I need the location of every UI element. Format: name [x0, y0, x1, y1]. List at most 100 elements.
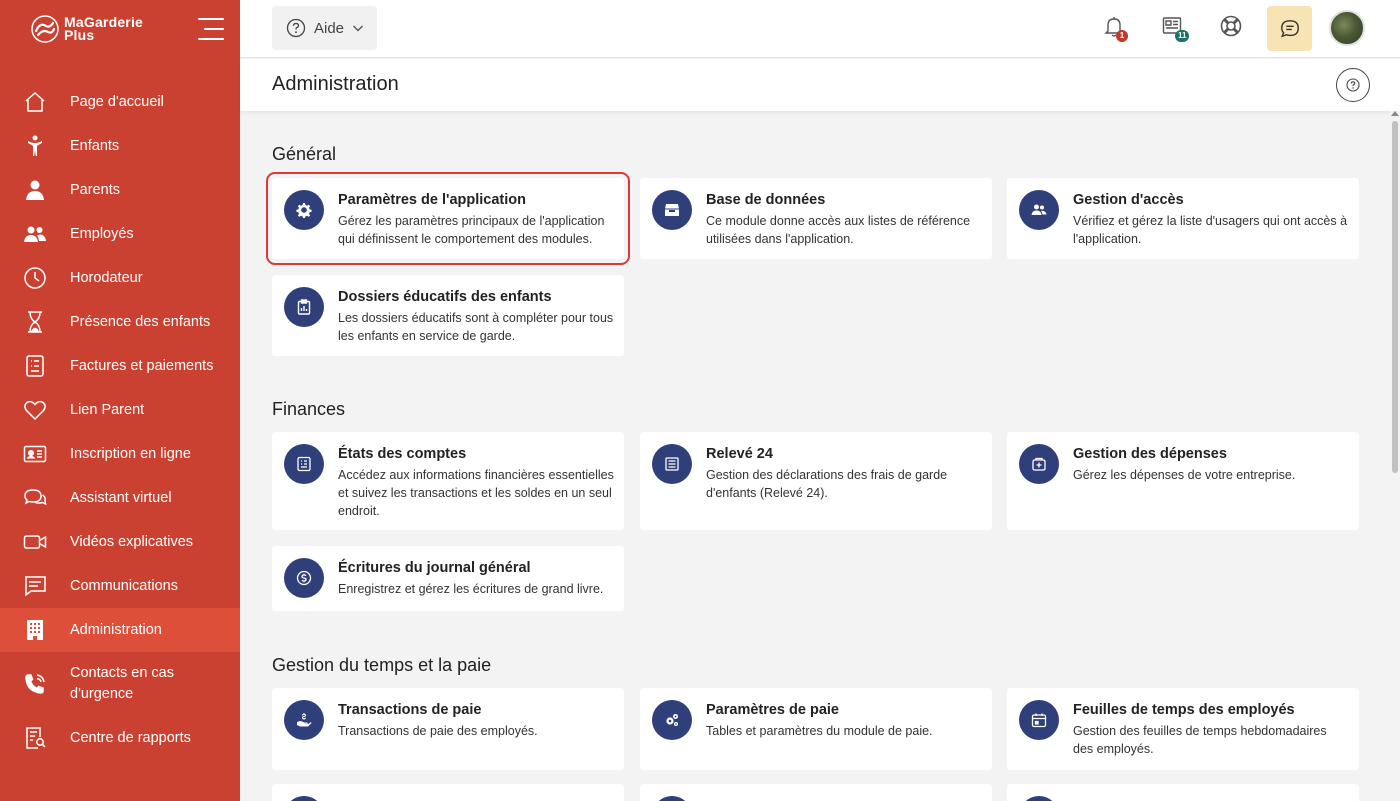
sidebar-item-administration[interactable]: Administration — [0, 608, 240, 652]
sidebar-item-home[interactable]: Page d'accueil — [0, 80, 240, 124]
card-payroll-transactions[interactable]: Transactions de paie Transactions de pai… — [272, 688, 624, 770]
scroll-up-arrow[interactable] — [1391, 111, 1399, 116]
building-icon — [22, 617, 48, 643]
sidebar-item-label: Factures et paiements — [70, 357, 214, 374]
news-button[interactable]: 11 — [1161, 14, 1190, 42]
sidebar-item-label: Contacts en cas d'urgence — [70, 665, 174, 702]
page-help-button[interactable] — [1336, 68, 1370, 102]
logo[interactable]: MaGarderie Plus — [30, 14, 143, 44]
menu-toggle-icon[interactable] — [196, 18, 224, 40]
chevron-down-icon — [353, 25, 364, 32]
card-database[interactable]: Base de données Ce module donne accès au… — [640, 178, 992, 259]
chat-bubbles-icon — [22, 485, 48, 511]
top-bar: Aide 1 11 — [240, 0, 1400, 58]
sidebar-item-label: Enfants — [70, 137, 120, 154]
card-title: Paramètres de paie — [706, 702, 839, 718]
card-partial[interactable] — [272, 784, 624, 801]
sidebar-item-label: Administration — [70, 621, 162, 638]
sidebar-item-employees[interactable]: Employés — [0, 212, 240, 256]
sidebar-item-emergency-contacts[interactable]: Contacts en cas d'urgence — [0, 652, 240, 716]
card-partial[interactable] — [1007, 784, 1359, 801]
chat-icon — [1280, 19, 1299, 38]
card-educational-files[interactable]: Dossiers éducatifs des enfants Les dossi… — [272, 275, 624, 356]
card-title: Relevé 24 — [706, 446, 773, 462]
support-button[interactable] — [1219, 14, 1247, 42]
card-partial[interactable] — [640, 784, 992, 801]
sidebar-nav: Page d'accueil Enfants Parents Employés … — [0, 80, 240, 760]
sidebar-item-timeclock[interactable]: Horodateur — [0, 256, 240, 300]
card-description: Gérez les dépenses de votre entreprise. — [1073, 468, 1296, 482]
phone-icon — [22, 671, 48, 697]
card-payroll-settings[interactable]: Paramètres de paie Tables et paramètres … — [640, 688, 992, 770]
sidebar-item-label: Présence des enfants — [70, 313, 211, 330]
question-icon — [1346, 78, 1360, 92]
help-dropdown[interactable]: Aide — [272, 6, 377, 50]
section-title-finances: Finances — [272, 399, 346, 419]
card-app-settings[interactable]: Paramètres de l'application Gérez les pa… — [266, 172, 630, 265]
sidebar-item-virtual-assistant[interactable]: Assistant virtuel — [0, 476, 240, 520]
statement-icon — [284, 444, 324, 484]
sidebar-item-invoices[interactable]: Factures et paiements — [0, 344, 240, 388]
card-title: États des comptes — [338, 446, 467, 462]
notifications-button[interactable]: 1 — [1102, 14, 1130, 42]
question-circle-icon — [286, 18, 306, 38]
sidebar-item-online-registration[interactable]: Inscription en ligne — [0, 432, 240, 476]
card-journal-entries[interactable]: Écritures du journal général Enregistrez… — [272, 546, 624, 611]
card-title: Transactions de paie — [338, 702, 482, 718]
sidebar-item-label: Vidéos explicatives — [70, 533, 194, 550]
sidebar-item-attendance[interactable]: Présence des enfants — [0, 300, 240, 344]
section-title-payroll: Gestion du temps et la paie — [272, 655, 492, 675]
card-description: Gestion des déclarations des frais de ga… — [706, 468, 948, 500]
sidebar-item-reports[interactable]: Centre de rapports — [0, 716, 240, 760]
document-icon — [652, 444, 692, 484]
sidebar-item-communications[interactable]: Communications — [0, 564, 240, 608]
archive-icon — [652, 190, 692, 230]
coin-icon — [284, 558, 324, 598]
main-content: Général Paramètres de l'application Gére… — [240, 111, 1390, 801]
lifebuoy-icon — [1220, 15, 1242, 37]
card-account-statements[interactable]: États des comptes Accédez aux informatio… — [272, 432, 624, 530]
card-releve-24[interactable]: Relevé 24 Gestion des déclarations des f… — [640, 432, 992, 530]
sidebar-item-parent-link[interactable]: Lien Parent — [0, 388, 240, 432]
logo-line2: Plus — [64, 27, 95, 43]
scroll-thumb[interactable] — [1392, 121, 1398, 473]
home-icon — [22, 89, 48, 115]
page-title-bar: Administration — [240, 59, 1400, 111]
wallet-icon — [1019, 444, 1059, 484]
card-description: Tables et paramètres du module de paie. — [706, 724, 933, 738]
chat-button[interactable] — [1267, 6, 1312, 51]
cogs-icon — [652, 700, 692, 740]
card-expenses[interactable]: Gestion des dépenses Gérez les dépenses … — [1007, 432, 1359, 530]
notifications-badge: 1 — [1116, 30, 1128, 42]
sidebar-item-children[interactable]: Enfants — [0, 124, 240, 168]
scrollbar[interactable] — [1390, 111, 1400, 801]
card-description: Transactions de paie des employés. — [338, 724, 538, 738]
sidebar-item-videos[interactable]: Vidéos explicatives — [0, 520, 240, 564]
parent-icon — [22, 177, 48, 203]
card-partial-icon — [284, 796, 324, 801]
card-title: Écritures du journal général — [338, 560, 531, 576]
sidebar-item-label: Employés — [70, 225, 134, 242]
logo-text: MaGarderie Plus — [64, 15, 143, 43]
child-icon — [22, 133, 48, 159]
card-title: Gestion des dépenses — [1073, 446, 1227, 462]
card-access-management[interactable]: Gestion d'accès Vérifiez et gérez la lis… — [1007, 178, 1359, 259]
card-title: Gestion d'accès — [1073, 192, 1184, 208]
hourglass-icon — [22, 309, 48, 335]
sidebar-item-parents[interactable]: Parents — [0, 168, 240, 212]
sidebar-item-label: Lien Parent — [70, 401, 145, 418]
card-description: Ce module donne accès aux listes de réfé… — [706, 214, 971, 246]
invoice-icon — [22, 353, 48, 379]
card-description: Vérifiez et gérez la liste d'usagers qui… — [1073, 214, 1348, 246]
calendar-icon — [1019, 700, 1059, 740]
sidebar: MaGarderie Plus Page d'accueil Enfants P… — [0, 0, 240, 801]
news-badge: 11 — [1175, 30, 1190, 42]
clipboard-icon — [284, 287, 324, 327]
sidebar-item-label: Communications — [70, 577, 178, 594]
card-partial-icon — [1019, 796, 1059, 801]
avatar[interactable] — [1329, 10, 1365, 46]
sidebar-item-label: Parents — [70, 181, 120, 198]
sidebar-item-label: Assistant virtuel — [70, 489, 172, 506]
clock-icon — [22, 265, 48, 291]
card-timesheets[interactable]: Feuilles de temps des employés Gestion d… — [1007, 688, 1359, 770]
